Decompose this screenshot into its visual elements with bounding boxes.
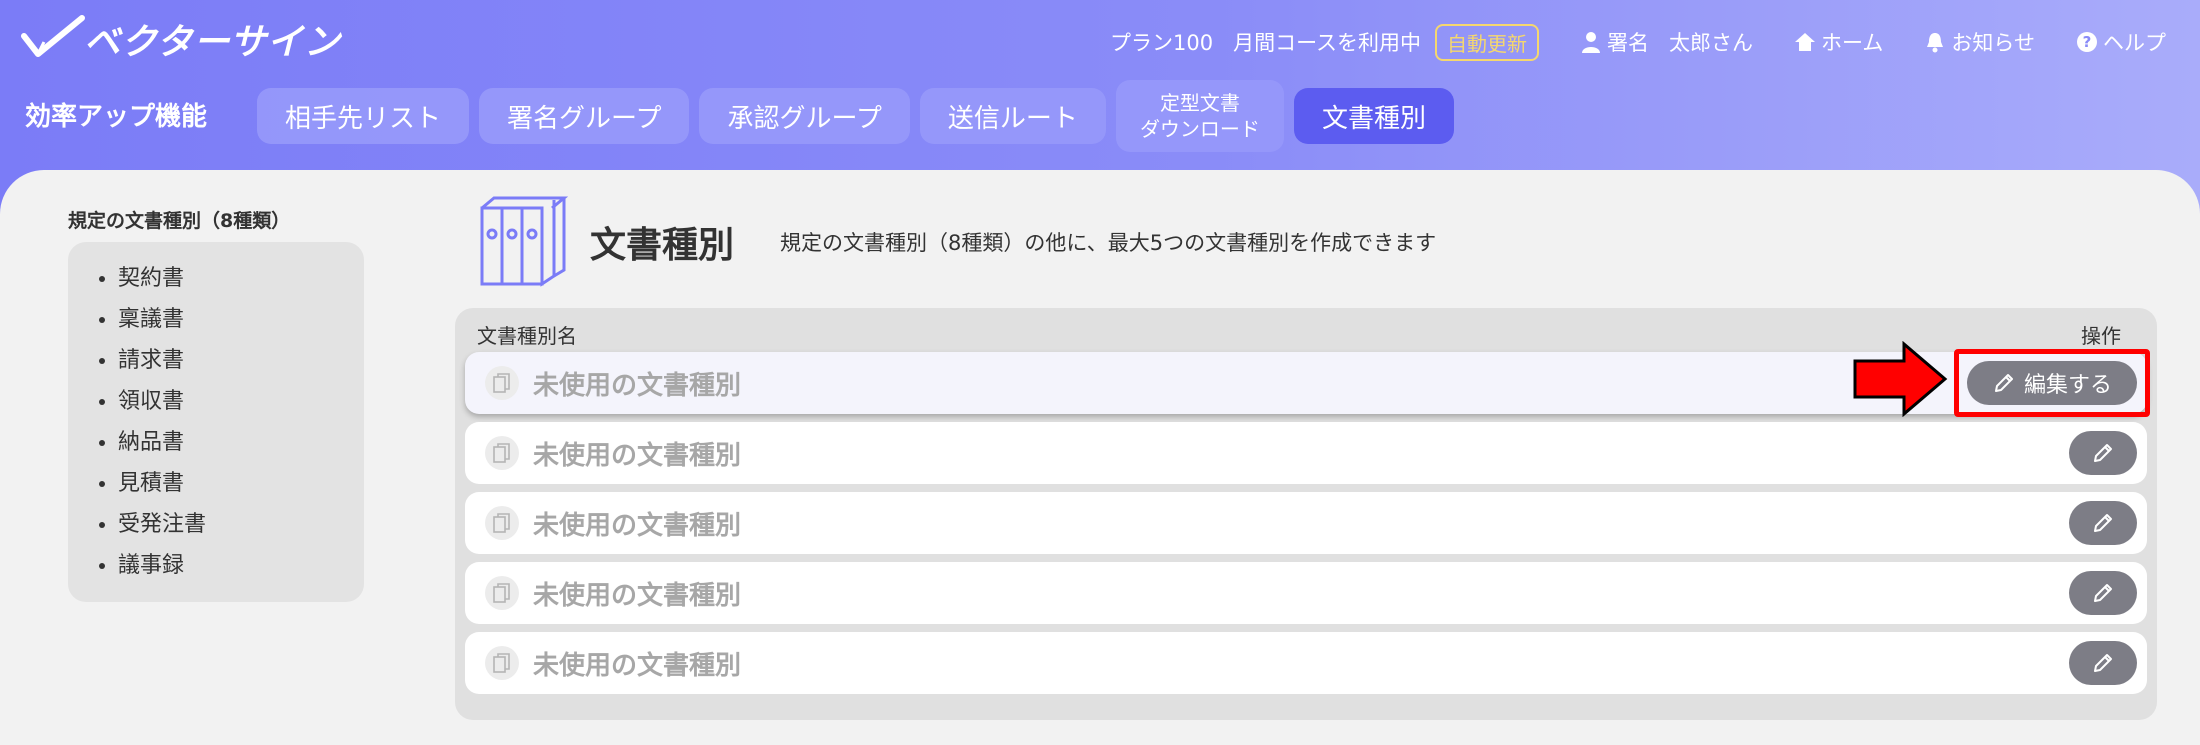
list-item: 請求書: [118, 340, 364, 381]
user-icon: [1582, 32, 1601, 53]
edit-button[interactable]: [2069, 431, 2137, 475]
tab-template-download-line1: 定型文書: [1159, 91, 1240, 115]
tab-template-download[interactable]: 定型文書 ダウンロード: [1115, 80, 1284, 152]
binder-icon: [480, 196, 568, 287]
table-row: 未使用の文書種別: [465, 422, 2147, 484]
checkmark-logo-icon: [21, 15, 85, 57]
list-item: 領収書: [118, 381, 364, 422]
list-item: 納品書: [118, 422, 364, 463]
highlight-frame: [1954, 349, 2150, 417]
table-row: 未使用の文書種別: [465, 632, 2147, 694]
page-description: 規定の文書種別（8種類）の他に、最大5つの文書種別を作成できます: [780, 231, 1437, 255]
document-icon: [485, 576, 519, 610]
doc-type-name: 未使用の文書種別: [533, 440, 742, 471]
list-item: 契約書: [118, 258, 364, 299]
tab-template-download-line2: ダウンロード: [1139, 117, 1260, 141]
default-doc-type-list: 契約書 稟議書 請求書 領収書 納品書 見積書 受発注書 議事録: [68, 242, 364, 602]
feature-tabs: 相手先リスト 署名グループ 承認グループ 送信ルート 定型文書 ダウンロード 文…: [257, 80, 1464, 152]
list-item: 議事録: [118, 545, 364, 586]
auto-renew-badge: 自動更新: [1435, 23, 1540, 61]
table-row: 未使用の文書種別: [465, 492, 2147, 554]
home-label: ホーム: [1821, 31, 1884, 55]
pencil-icon: [2094, 444, 2112, 462]
notice-label: お知らせ: [1951, 31, 2035, 55]
tab-signature-group[interactable]: 署名グループ: [479, 88, 690, 144]
document-icon: [485, 506, 519, 540]
help-icon: ?: [2077, 32, 2097, 52]
edit-button[interactable]: [2069, 571, 2137, 615]
doc-type-name: 未使用の文書種別: [533, 510, 742, 541]
course-status: 月間コースを利用中: [1233, 31, 1422, 55]
help-link[interactable]: ? ヘルプ: [2075, 27, 2166, 57]
feature-section-label: 効率アップ機能: [25, 102, 208, 132]
page-header: 文書種別 規定の文書種別（8種類）の他に、最大5つの文書種別を作成できます: [478, 192, 1436, 292]
page-title: 文書種別: [590, 225, 735, 266]
home-icon: [1795, 33, 1816, 51]
list-item: 受発注書: [118, 504, 364, 545]
svg-text:?: ?: [2083, 33, 2092, 51]
main-content: 規定の文書種別（8種類） 契約書 稟議書 請求書 領収書 納品書 見積書 受発注…: [0, 170, 2200, 745]
user-role: 署名: [1607, 31, 1650, 55]
header-utility-bar: プラン100 月間コースを利用中 自動更新 署名 太郎さん ホーム お知らせ ?…: [1110, 22, 2166, 62]
help-label: ヘルプ: [2103, 31, 2166, 55]
column-header-name: 文書種別名: [477, 324, 577, 348]
list-item: 見積書: [118, 463, 364, 504]
edit-button[interactable]: [2069, 501, 2137, 545]
doc-type-name: 未使用の文書種別: [533, 580, 742, 611]
tab-document-type[interactable]: 文書種別: [1293, 88, 1454, 144]
home-link[interactable]: ホーム: [1793, 27, 1883, 57]
edit-button[interactable]: [2069, 641, 2137, 685]
annotation-arrow-icon: [1853, 341, 1948, 417]
user-name: 太郎さん: [1669, 31, 1754, 55]
app-logo[interactable]: ベクターサイン: [20, 14, 341, 64]
table-row: 未使用の文書種別: [465, 562, 2147, 624]
document-icon: [485, 436, 519, 470]
plan-name: プラン100: [1109, 31, 1214, 55]
pencil-icon: [2094, 584, 2112, 602]
tab-send-route[interactable]: 送信ルート: [919, 88, 1106, 144]
list-item: 稟議書: [118, 299, 364, 340]
pencil-icon: [2094, 654, 2112, 672]
bell-icon: [1927, 33, 1944, 53]
sidebar-title: 規定の文書種別（8種類）: [68, 210, 291, 232]
tab-approval-group[interactable]: 承認グループ: [699, 88, 910, 144]
document-icon: [485, 366, 519, 400]
doc-type-name: 未使用の文書種別: [533, 650, 742, 681]
user-menu[interactable]: 署名 太郎さん: [1579, 27, 1753, 57]
column-header-operation: 操作: [2081, 324, 2121, 348]
document-icon: [485, 646, 519, 680]
notice-link[interactable]: お知らせ: [1923, 27, 2035, 57]
doc-type-name: 未使用の文書種別: [533, 370, 742, 401]
app-name: ベクターサイン: [84, 22, 341, 63]
pencil-icon: [2094, 514, 2112, 532]
tab-partner-list[interactable]: 相手先リスト: [257, 88, 470, 144]
